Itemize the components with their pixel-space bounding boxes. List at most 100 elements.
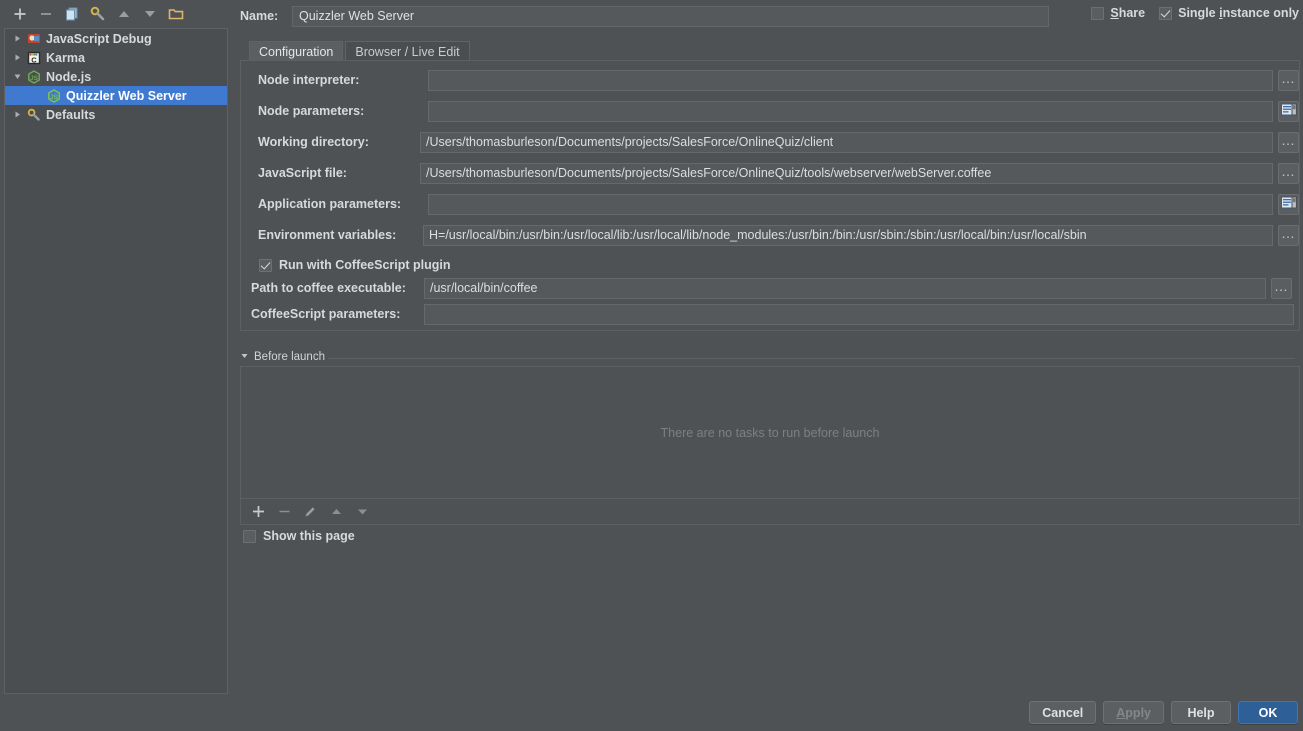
node-parameters-expand-editor-button[interactable] bbox=[1278, 100, 1299, 122]
tree-item-nodejs[interactable]: JS Node.js bbox=[5, 67, 227, 86]
before-launch-task-list[interactable]: There are no tasks to run before launch bbox=[240, 366, 1300, 499]
tab-browser-live-edit-label: Browser / Live Edit bbox=[355, 44, 460, 59]
show-this-page-checkbox[interactable]: Show this page bbox=[243, 529, 355, 543]
node-interpreter-label: Node interpreter: bbox=[258, 73, 360, 87]
add-task-button[interactable] bbox=[249, 503, 267, 521]
application-parameters-label: Application parameters: bbox=[258, 197, 402, 211]
before-launch-header[interactable]: Before launch bbox=[240, 351, 325, 363]
configurations-left-pane: JavaScript Debug C Karma JS Node.js JS Q… bbox=[0, 0, 232, 731]
nodejs-icon: JS bbox=[25, 69, 43, 84]
top-options: Share Single instance only bbox=[1091, 6, 1299, 20]
remove-task-button[interactable] bbox=[275, 503, 293, 521]
path-to-coffee-executable-label: Path to coffee executable: bbox=[251, 281, 406, 295]
environment-variables-value: H=/usr/local/bin:/usr/bin:/usr/local/lib… bbox=[429, 228, 1087, 242]
svg-text:C: C bbox=[31, 55, 37, 64]
tree-item-label: Quizzler Web Server bbox=[66, 88, 187, 103]
chevron-right-icon[interactable] bbox=[9, 53, 25, 62]
name-label: Name: bbox=[240, 9, 279, 23]
application-parameters-expand-editor-button[interactable] bbox=[1278, 193, 1299, 215]
tab-configuration[interactable]: Configuration bbox=[249, 41, 344, 61]
share-checkbox-label: Share bbox=[1110, 6, 1146, 20]
tree-item-javascript-debug[interactable]: JavaScript Debug bbox=[5, 29, 227, 48]
add-configuration-button[interactable] bbox=[8, 2, 32, 26]
tree-item-karma[interactable]: C Karma bbox=[5, 48, 227, 67]
expand-editor-icon bbox=[1280, 103, 1297, 120]
before-launch-empty-message: There are no tasks to run before launch bbox=[660, 425, 880, 440]
share-checkbox[interactable]: Share bbox=[1091, 6, 1145, 20]
javascript-file-value: /Users/thomasburleson/Documents/projects… bbox=[426, 166, 992, 180]
configuration-editor-pane: Name: Quizzler Web Server Share Single i… bbox=[232, 0, 1303, 731]
tab-browser-live-edit[interactable]: Browser / Live Edit bbox=[345, 41, 470, 61]
coffeescript-parameters-input[interactable] bbox=[424, 303, 1294, 325]
ellipsis-icon: … bbox=[1281, 162, 1296, 179]
environment-variables-input[interactable]: H=/usr/local/bin:/usr/bin:/usr/local/lib… bbox=[423, 224, 1273, 246]
path-to-coffee-executable-value: /usr/local/bin/coffee bbox=[430, 281, 538, 295]
help-button[interactable]: Help bbox=[1171, 701, 1231, 724]
remove-configuration-button[interactable] bbox=[34, 2, 58, 26]
configurations-toolbar bbox=[0, 0, 232, 28]
node-interpreter-browse-button[interactable]: … bbox=[1278, 69, 1299, 91]
ok-button[interactable]: OK bbox=[1238, 701, 1298, 724]
working-directory-input[interactable]: /Users/thomasburleson/Documents/projects… bbox=[420, 131, 1273, 153]
single-instance-only-checkbox-label: Single instance only bbox=[1178, 6, 1299, 20]
path-to-coffee-executable-browse-button[interactable]: … bbox=[1271, 277, 1292, 299]
tree-item-label: Karma bbox=[46, 50, 85, 65]
node-parameters-label: Node parameters: bbox=[258, 104, 365, 118]
environment-variables-label: Environment variables: bbox=[258, 228, 397, 242]
javascript-file-browse-button[interactable]: … bbox=[1278, 162, 1299, 184]
wrench-icon[interactable] bbox=[86, 2, 110, 26]
move-task-down-button[interactable] bbox=[353, 503, 371, 521]
chevron-down-icon[interactable] bbox=[9, 72, 25, 81]
tab-configuration-label: Configuration bbox=[259, 44, 334, 59]
show-this-page-label: Show this page bbox=[263, 529, 355, 543]
javascript-file-input[interactable]: /Users/thomasburleson/Documents/projects… bbox=[420, 162, 1273, 184]
karma-icon: C bbox=[25, 51, 43, 65]
working-directory-value: /Users/thomasburleson/Documents/projects… bbox=[426, 135, 834, 149]
chevron-right-icon[interactable] bbox=[9, 34, 25, 43]
single-instance-only-checkbox[interactable]: Single instance only bbox=[1159, 6, 1299, 20]
tree-item-quizzler-web-server[interactable]: JS Quizzler Web Server bbox=[5, 86, 227, 105]
configuration-tab-panel: Node interpreter: … Node parameters: Wor… bbox=[240, 60, 1300, 331]
expand-editor-icon bbox=[1280, 196, 1297, 213]
chevron-down-icon[interactable] bbox=[240, 351, 249, 363]
move-up-button[interactable] bbox=[112, 2, 136, 26]
path-to-coffee-executable-input[interactable]: /usr/local/bin/coffee bbox=[424, 277, 1266, 299]
working-directory-browse-button[interactable]: … bbox=[1278, 131, 1299, 153]
chevron-right-icon[interactable] bbox=[9, 110, 25, 119]
apply-button[interactable]: Apply bbox=[1103, 701, 1164, 724]
svg-text:JS: JS bbox=[50, 94, 59, 101]
svg-text:JS: JS bbox=[30, 75, 39, 82]
application-parameters-input[interactable] bbox=[428, 193, 1273, 215]
run-with-coffeescript-plugin-label: Run with CoffeeScript plugin bbox=[279, 258, 451, 272]
field-javascript-file: JavaScript file: /Users/thomasburleson/D… bbox=[258, 162, 1299, 184]
move-down-button[interactable] bbox=[138, 2, 162, 26]
node-parameters-input[interactable] bbox=[428, 100, 1273, 122]
move-task-up-button[interactable] bbox=[327, 503, 345, 521]
name-input-value: Quizzler Web Server bbox=[299, 9, 415, 23]
single-instance-only-checkbox-box[interactable] bbox=[1159, 6, 1173, 20]
pencil-icon[interactable] bbox=[301, 503, 319, 521]
configurations-tree[interactable]: JavaScript Debug C Karma JS Node.js JS Q… bbox=[4, 28, 228, 694]
editor-tabs: Configuration Browser / Live Edit bbox=[249, 39, 472, 61]
cancel-button[interactable]: Cancel bbox=[1029, 701, 1097, 724]
environment-variables-browse-button[interactable]: … bbox=[1278, 224, 1299, 246]
before-launch-divider bbox=[328, 358, 1295, 359]
share-checkbox-box[interactable] bbox=[1091, 6, 1105, 20]
tree-item-defaults[interactable]: Defaults bbox=[5, 105, 227, 124]
create-folder-button[interactable] bbox=[164, 2, 188, 26]
javascript-debug-icon bbox=[25, 32, 43, 46]
node-interpreter-input[interactable] bbox=[428, 69, 1273, 91]
apply-button-label: Apply bbox=[1116, 705, 1151, 720]
field-coffeescript-parameters: CoffeeScript parameters: bbox=[251, 303, 1294, 325]
tree-item-label: Defaults bbox=[46, 107, 96, 122]
cancel-button-label: Cancel bbox=[1042, 705, 1084, 720]
show-this-page-checkbox-box[interactable] bbox=[243, 529, 256, 543]
copy-configuration-button[interactable] bbox=[60, 2, 84, 26]
help-button-label: Help bbox=[1187, 705, 1215, 720]
run-with-coffeescript-plugin-checkbox[interactable]: Run with CoffeeScript plugin bbox=[259, 254, 451, 276]
field-working-directory: Working directory: /Users/thomasburleson… bbox=[258, 131, 1299, 153]
before-launch-title-label: Before launch bbox=[254, 351, 325, 363]
run-with-coffeescript-plugin-checkbox-box[interactable] bbox=[259, 258, 272, 272]
coffeescript-parameters-label: CoffeeScript parameters: bbox=[251, 307, 401, 321]
name-input[interactable]: Quizzler Web Server bbox=[292, 5, 1049, 27]
